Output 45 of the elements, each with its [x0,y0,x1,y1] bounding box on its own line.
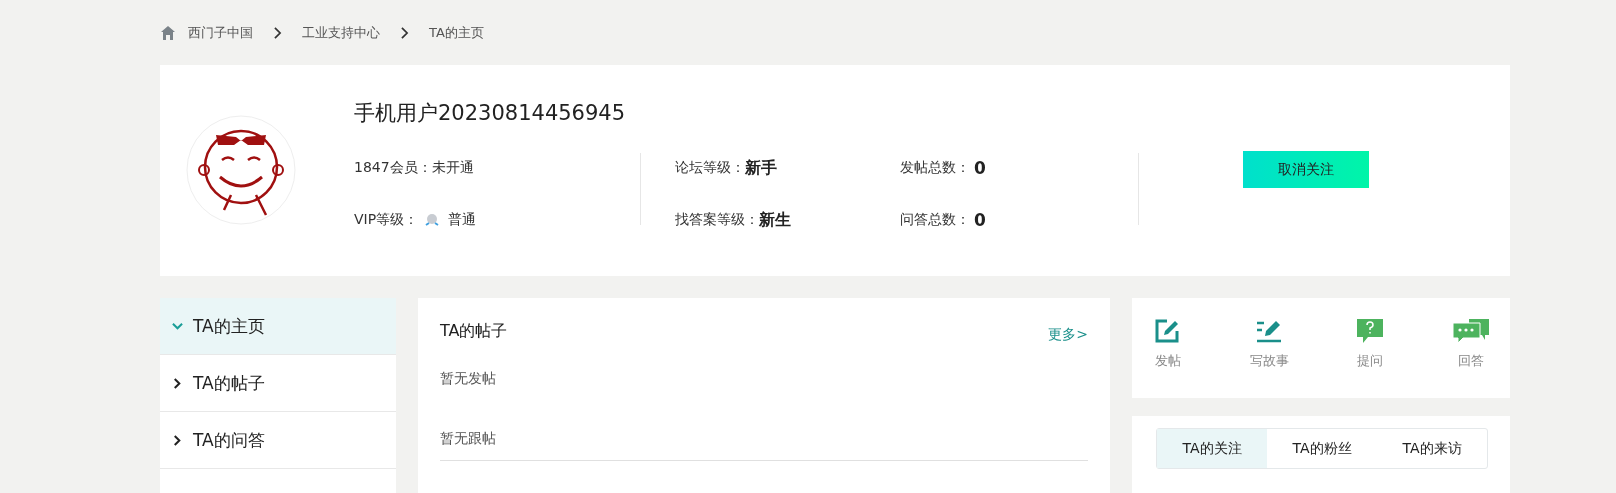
menu-item-label: TA的问答 [193,428,265,452]
action-label[interactable]: 写故事 [1249,352,1289,370]
posts-title: TA的帖子 [440,321,508,342]
membership-label: 1847会员： [354,159,432,177]
more-link[interactable]: 更多> [1048,326,1088,344]
chevron-right-icon [273,26,282,39]
home-icon[interactable] [160,24,176,41]
menu-item[interactable]: TA的问答 [160,412,396,469]
level-value: 新手 [745,157,777,179]
menu-item-label: TA的主页 [193,314,265,338]
chat-bubbles-icon[interactable] [1451,318,1490,344]
level-value: 新生 [759,209,791,231]
tab[interactable]: TA的关注 [1157,429,1267,468]
breadcrumb-link[interactable]: TA的主页 [429,23,484,42]
vip-badge-icon [424,212,441,228]
tab[interactable]: TA的粉丝 [1267,429,1377,468]
total-value: 0 [974,158,986,178]
chevron-right-icon [172,377,183,389]
membership-value: 未开通 [431,159,474,177]
chevron-down-icon [172,320,183,332]
menu-item[interactable]: TA的帖子 [160,355,396,412]
write-icon[interactable] [1255,318,1284,344]
total-value: 0 [974,210,986,230]
total-label: 发帖总数： [900,159,970,177]
vip-value: 普通 [448,211,477,229]
menu-item[interactable]: TA的主页 [160,298,396,355]
level-label: 论坛等级： [675,159,745,177]
level-label: 找答案等级： [675,211,759,229]
empty-message: 暂无跟帖 [440,430,1088,461]
edit-icon[interactable] [1154,318,1182,344]
chevron-right-icon [400,26,409,39]
action-label[interactable]: 提问 [1357,352,1384,370]
total-label: 问答总数： [900,211,970,229]
question-bubble-icon[interactable] [1356,318,1385,344]
breadcrumb-link[interactable]: 工业支持中心 [302,23,380,42]
user-name: 手机用户20230814456945 [354,100,627,127]
breadcrumb-link[interactable]: 西门子中国 [188,23,253,42]
unfollow-button[interactable]: 取消关注 [1243,151,1369,188]
menu-item-label: TA的帖子 [193,371,265,395]
chevron-right-icon [172,434,183,446]
action-label[interactable]: 发帖 [1155,352,1181,370]
action-label[interactable]: 回答 [1457,352,1484,370]
tab[interactable]: TA的来访 [1377,429,1487,468]
vip-label: VIP等级： [354,211,419,229]
empty-message: 暂无发帖 [440,370,497,388]
